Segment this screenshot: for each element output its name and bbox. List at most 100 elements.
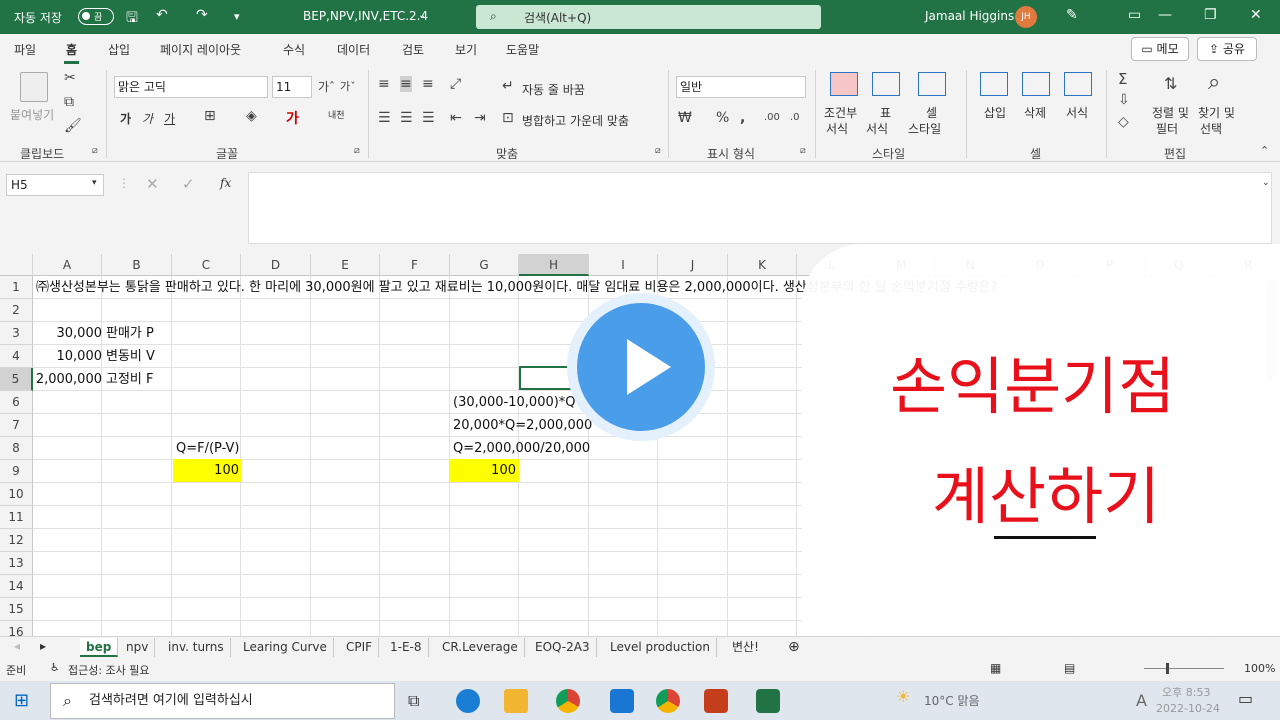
file-explorer-icon[interactable]: [504, 689, 528, 713]
taskbar-search-input[interactable]: ⌕ 검색하려면 여기에 입력하십시: [50, 683, 395, 719]
wrap-text-icon[interactable]: ↵: [502, 78, 514, 94]
column-header-f[interactable]: F: [380, 254, 450, 276]
row-header-13[interactable]: 13: [0, 552, 33, 575]
excel-icon[interactable]: [756, 689, 780, 713]
cell-styles-label-2[interactable]: 스타일: [908, 120, 941, 137]
chevron-down-icon[interactable]: ⌄: [418, 10, 426, 21]
task-view-icon[interactable]: ⧉: [408, 691, 419, 711]
format-table-label-2[interactable]: 서식: [866, 120, 888, 137]
cell-b5[interactable]: 고정비 F: [106, 368, 154, 391]
sheet-tab-bep[interactable]: bep: [80, 638, 119, 657]
conditional-format-label[interactable]: 조건부: [824, 104, 857, 121]
chrome-icon-2[interactable]: [656, 689, 680, 713]
close-icon[interactable]: ✕: [1250, 7, 1262, 23]
page-layout-view-icon[interactable]: ▤: [1064, 661, 1075, 675]
underline-button[interactable]: 가: [164, 110, 175, 127]
row-header-1[interactable]: 1: [0, 276, 33, 299]
cell-b3[interactable]: 판매가 P: [106, 322, 154, 345]
row-header-6[interactable]: 6: [0, 391, 33, 414]
cell-c9[interactable]: 100: [173, 459, 239, 482]
cell-b4[interactable]: 변동비 V: [106, 345, 155, 368]
minimize-icon[interactable]: —: [1158, 7, 1172, 23]
row-header-8[interactable]: 8: [0, 437, 33, 460]
expand-formula-icon[interactable]: ⌄: [1262, 178, 1270, 188]
zoom-level[interactable]: 100%: [1244, 662, 1275, 675]
powerpoint-icon[interactable]: [704, 689, 728, 713]
next-sheet-icon[interactable]: ▸: [40, 639, 46, 653]
autosave-toggle[interactable]: 끔: [78, 8, 114, 25]
tab-page-layout[interactable]: 페이지 레이아웃: [160, 41, 241, 58]
decrease-decimal-icon[interactable]: .0: [790, 112, 800, 123]
avatar[interactable]: JH: [1015, 6, 1037, 28]
insert-cells-label[interactable]: 삽입: [984, 104, 1006, 121]
clock-date[interactable]: 2022-10-24: [1156, 702, 1220, 715]
cell-a4[interactable]: 10,000: [36, 345, 103, 368]
font-name-select[interactable]: 맑은 고딕: [114, 76, 268, 98]
undo-icon[interactable]: ↶: [156, 7, 168, 23]
sort-filter-label[interactable]: 정렬 및: [1152, 104, 1189, 121]
grow-font-icon[interactable]: 가ˆ: [318, 78, 335, 95]
format-cells-label[interactable]: 서식: [1066, 104, 1088, 121]
format-table-label[interactable]: 표: [880, 104, 891, 121]
chrome-icon[interactable]: [556, 689, 580, 713]
capture-app-icon[interactable]: [610, 689, 634, 713]
row-header-14[interactable]: 14: [0, 575, 33, 598]
memo-button[interactable]: ▭ 메모: [1131, 37, 1189, 61]
play-button[interactable]: [567, 293, 715, 441]
column-header-b[interactable]: B: [102, 254, 172, 276]
italic-button[interactable]: 가: [142, 110, 153, 127]
cancel-icon[interactable]: ✕: [146, 175, 159, 193]
bold-button[interactable]: 가: [120, 110, 131, 127]
delete-cells-icon[interactable]: [1022, 72, 1050, 96]
row-header-3[interactable]: 3: [0, 322, 33, 345]
prev-sheet-icon[interactable]: ◂: [14, 639, 20, 653]
sheet-tab-level-production[interactable]: Level production: [604, 638, 717, 657]
increase-decimal-icon[interactable]: .00: [764, 112, 780, 123]
font-launcher-icon[interactable]: ⧄: [354, 146, 360, 156]
wrap-text-button[interactable]: 자동 줄 바꿈: [522, 81, 585, 98]
sheet-tab-learing-curve[interactable]: Learing Curve: [237, 638, 334, 657]
collapse-ribbon-icon[interactable]: ⌃: [1260, 144, 1269, 157]
user-name[interactable]: Jamaal Higgins: [925, 9, 1014, 23]
column-header-k[interactable]: K: [728, 254, 797, 276]
tab-insert[interactable]: 삽입: [108, 41, 130, 58]
cell-styles-label[interactable]: 셀: [926, 104, 937, 121]
sort-filter-label-2[interactable]: 필터: [1156, 120, 1178, 137]
normal-view-icon[interactable]: ▦: [990, 661, 1001, 675]
format-table-icon[interactable]: [872, 72, 900, 96]
alignment-launcher-icon[interactable]: ⧄: [655, 146, 661, 156]
find-select-label-2[interactable]: 선택: [1200, 120, 1222, 137]
delete-cells-label[interactable]: 삭제: [1024, 104, 1046, 121]
phonetic-button[interactable]: 내천: [328, 108, 345, 121]
cell-c8[interactable]: Q=F/(P-V): [176, 437, 240, 460]
percent-icon[interactable]: %: [716, 110, 729, 126]
sheet-tab-cr-leverage[interactable]: CR.Leverage: [436, 638, 525, 657]
weather-text[interactable]: 10°C 맑음: [924, 692, 980, 709]
copy-icon[interactable]: ⧉: [64, 94, 74, 110]
find-select-icon[interactable]: ⌕: [1208, 70, 1220, 95]
zoom-slider-thumb[interactable]: [1166, 663, 1169, 674]
sheet-tab-cpif[interactable]: CPIF: [340, 638, 380, 657]
edge-icon[interactable]: [456, 689, 480, 713]
paste-icon[interactable]: [20, 72, 48, 102]
increase-indent-icon[interactable]: ⇥: [474, 110, 486, 126]
fill-color-icon[interactable]: ◈: [246, 108, 257, 124]
pen-icon[interactable]: ✎: [1066, 7, 1078, 23]
row-header-9[interactable]: 9: [0, 460, 33, 483]
align-middle-icon[interactable]: ≡: [400, 76, 412, 92]
column-header-g[interactable]: G: [450, 254, 519, 276]
merge-center-button[interactable]: 병합하고 가운데 맞춤: [522, 112, 629, 129]
column-header-i[interactable]: I: [589, 254, 658, 276]
column-header-h[interactable]: H: [519, 254, 589, 276]
accounting-icon[interactable]: ₩: [678, 110, 692, 126]
conditional-format-label-2[interactable]: 서식: [826, 120, 848, 137]
tab-help[interactable]: 도움말: [506, 41, 539, 58]
sheet-tab-eoq-2a3[interactable]: EOQ-2A3: [529, 638, 597, 657]
search-input[interactable]: ⌕ 검색(Alt+Q): [476, 5, 821, 29]
decrease-indent-icon[interactable]: ⇤: [450, 110, 462, 126]
notification-icon[interactable]: ▭: [1238, 689, 1253, 708]
clock-time[interactable]: 오후 8:53: [1162, 684, 1210, 700]
accessibility-status[interactable]: 접근성: 조사 필요: [68, 662, 150, 678]
column-header-c[interactable]: C: [172, 254, 241, 276]
font-size-select[interactable]: 11: [272, 76, 312, 98]
